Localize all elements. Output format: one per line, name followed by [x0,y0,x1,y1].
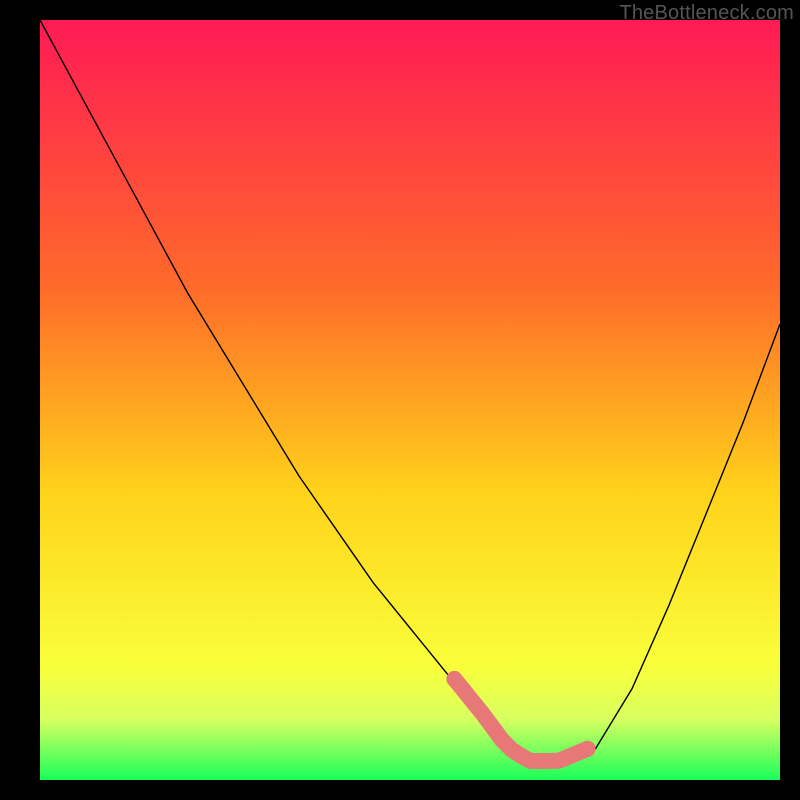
valley-marker-dot-right [580,741,596,757]
chart-svg [40,20,780,780]
bottleneck-curve [40,20,780,765]
valley-marker-dot-left [446,671,462,687]
chart-frame: TheBottleneck.com [0,0,800,800]
valley-marker-line [454,679,587,761]
watermark-text: TheBottleneck.com [619,2,794,25]
chart-plot-area [40,20,780,780]
